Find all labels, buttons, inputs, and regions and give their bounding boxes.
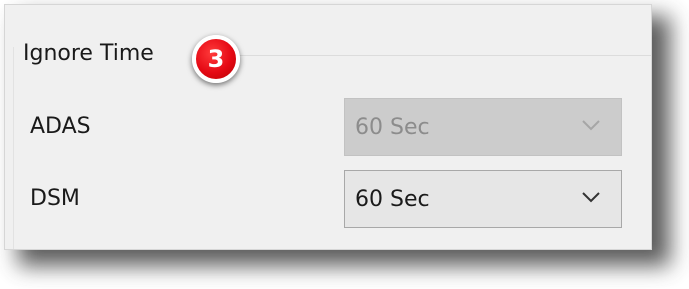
adas-select-value: 60 Sec	[355, 114, 430, 140]
adas-ignore-time-select: 60 Sec	[344, 98, 622, 156]
groupbox-title: Ignore Time	[19, 39, 158, 69]
chevron-down-icon	[582, 120, 600, 131]
chevron-down-icon[interactable]	[581, 189, 601, 205]
adas-label: ADAS	[30, 114, 91, 139]
groupbox-border-top	[227, 55, 651, 56]
groupbox-border-left	[13, 47, 14, 249]
dsm-ignore-time-select[interactable]: 60 Sec	[344, 170, 622, 228]
dsm-label: DSM	[30, 186, 80, 211]
settings-panel: Ignore Time 3 ADAS 60 Sec DSM 60 Sec	[4, 4, 652, 250]
dsm-select-value: 60 Sec	[355, 186, 430, 212]
step-number-badge: 3	[192, 35, 240, 83]
